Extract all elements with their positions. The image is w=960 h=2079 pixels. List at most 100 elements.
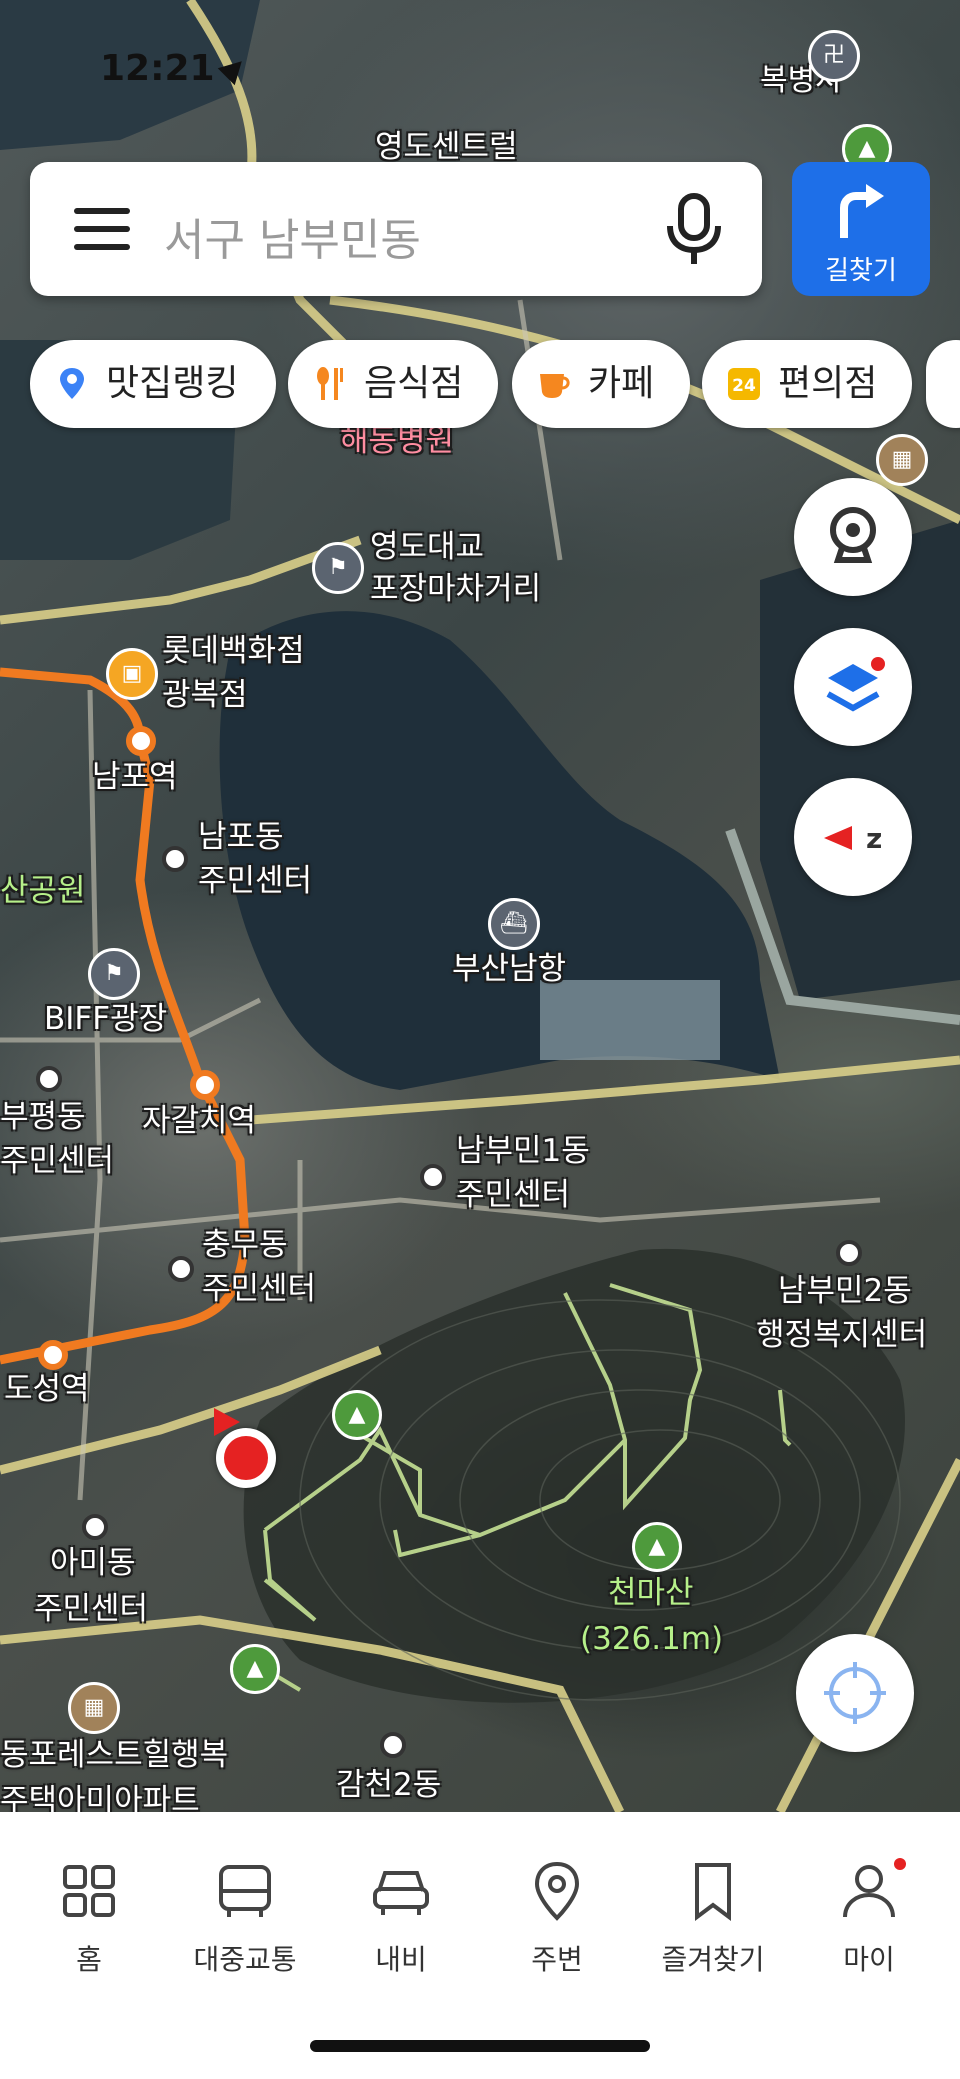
map-label-bupyeong-center[interactable]: 주민센터	[0, 1142, 114, 1180]
nav-nearby[interactable]: 주변	[482, 1856, 632, 1978]
map-label-nambumin2-center[interactable]: 행정복지센터	[756, 1316, 927, 1354]
map-label-nambumin1-center[interactable]: 주민센터	[456, 1176, 570, 1214]
community-center-marker[interactable]	[836, 1240, 862, 1266]
layers-button[interactable]	[794, 628, 912, 746]
mountain-icon[interactable]: ▲	[230, 1644, 280, 1694]
chip-label: 카페	[588, 363, 655, 404]
car-icon	[373, 1871, 429, 1915]
map-label-lotte-branch[interactable]: 광복점	[162, 676, 248, 714]
24h-store-icon: 24	[728, 368, 760, 400]
nav-label: 주변	[531, 1943, 583, 1976]
community-center-marker[interactable]	[162, 846, 188, 872]
map-label-forest-hill-2[interactable]: 주택아미아파트	[0, 1782, 200, 1812]
compass-icon: z	[824, 822, 882, 855]
microphone-icon[interactable]	[664, 192, 724, 268]
map-label-cheonmasan[interactable]: 천마산	[608, 1574, 694, 1612]
notification-dot	[894, 1858, 906, 1870]
nav-label: 마이	[843, 1943, 895, 1976]
svg-text:24: 24	[732, 376, 756, 396]
map-label-busan-port[interactable]: 부산남항	[452, 950, 566, 988]
community-center-marker[interactable]	[36, 1066, 62, 1092]
map-label-park[interactable]: 산공원	[0, 872, 86, 910]
nav-my[interactable]: 마이	[794, 1856, 944, 1978]
cctv-button[interactable]	[794, 478, 912, 596]
compass-button[interactable]: z	[794, 778, 912, 896]
nav-label: 내비	[375, 1943, 427, 1976]
map-label-forest-hill[interactable]: 동포레스트힐행복	[0, 1736, 228, 1774]
map-label-amidong[interactable]: 아미동	[50, 1544, 136, 1582]
current-location-marker	[216, 1428, 276, 1488]
map-label-nambumin1[interactable]: 남부민1동	[456, 1132, 590, 1170]
map-label-amidong-center[interactable]: 주민센터	[34, 1590, 148, 1628]
community-center-marker[interactable]	[420, 1164, 446, 1190]
menu-icon[interactable]	[74, 208, 130, 250]
chip-label: 편의점	[778, 363, 878, 404]
bus-icon	[219, 1865, 271, 1917]
map-label-chungmu-center[interactable]: 주민센터	[202, 1270, 316, 1308]
home-indicator[interactable]	[310, 2040, 650, 2052]
nav-label: 홈	[76, 1943, 102, 1976]
my-location-button[interactable]	[796, 1634, 914, 1752]
subway-station-marker[interactable]	[190, 1070, 220, 1100]
status-time: 12:21	[100, 48, 215, 89]
map-label-lotte[interactable]: 롯데백화점	[162, 632, 305, 670]
temple-icon[interactable]: 卍	[808, 30, 860, 82]
nav-label: 즐겨찾기	[661, 1943, 765, 1976]
ferry-icon[interactable]: ⛴	[488, 898, 540, 950]
map-label-pocha-street[interactable]: 포장마차거리	[370, 570, 541, 608]
mountain-icon[interactable]: ▲	[632, 1522, 682, 1572]
nav-label: 대중교통	[193, 1943, 297, 1976]
shopping-bag-icon[interactable]: ▣	[106, 648, 158, 700]
nav-navigation[interactable]: 내비	[326, 1856, 476, 1978]
subway-station-marker[interactable]	[38, 1340, 68, 1370]
map-label-biff[interactable]: BIFF광장	[44, 1000, 167, 1038]
ranking-pin-icon	[60, 368, 84, 399]
chip-label: 음식점	[364, 363, 464, 404]
bottom-navigation: 홈 대중교통 내비 주변 즐겨찾기 마이	[0, 1812, 960, 2079]
coffee-cup-icon	[540, 374, 570, 398]
subway-station-marker[interactable]	[126, 726, 156, 756]
search-input[interactable]: 서구 남부민동	[164, 204, 421, 268]
route-button-label: 길찾기	[825, 256, 897, 286]
apartment-icon[interactable]: ▦	[68, 1682, 120, 1734]
map-label-jagalchi[interactable]: 자갈치역	[142, 1102, 256, 1140]
utensils-icon	[317, 367, 343, 400]
map-label-nambumin2[interactable]: 남부민2동	[778, 1272, 912, 1310]
nav-favorites[interactable]: 즐겨찾기	[638, 1856, 788, 1978]
flag-icon[interactable]: ⚑	[312, 542, 364, 594]
chip-convenience[interactable]: 24 편의점	[702, 340, 912, 428]
community-center-marker[interactable]	[380, 1732, 406, 1758]
cctv-camera-icon	[830, 507, 876, 563]
map-label-nampo-center[interactable]: 남포동	[198, 818, 284, 856]
flag-icon[interactable]: ⚑	[88, 948, 140, 1000]
nav-home[interactable]: 홈	[14, 1856, 164, 1978]
map-label-chungmu[interactable]: 충무동	[202, 1226, 288, 1264]
map-label-youngdo-central[interactable]: 영도센트럴	[375, 128, 518, 166]
layers-icon	[826, 657, 885, 712]
search-bar[interactable]: 서구 남부민동	[30, 162, 762, 296]
chip-cafe[interactable]: 카페	[512, 340, 690, 428]
map-label-nampo-station[interactable]: 남포역	[92, 758, 178, 796]
community-center-marker[interactable]	[82, 1514, 108, 1540]
crosshair-icon	[824, 1662, 886, 1724]
map-label-nampo-center-2[interactable]: 주민센터	[198, 862, 312, 900]
map-label-toseong[interactable]: 도성역	[4, 1370, 90, 1408]
user-icon	[843, 1865, 895, 1918]
map-label-gamcheon[interactable]: 감천2동	[336, 1766, 441, 1804]
bookmark-icon	[695, 1863, 731, 1921]
map-label-bupyeong[interactable]: 부평동	[0, 1098, 86, 1136]
svg-text:z: z	[866, 822, 882, 855]
chip-restaurant[interactable]: 음식점	[288, 340, 498, 428]
nav-transit[interactable]: 대중교통	[170, 1856, 320, 1978]
turn-right-arrow-icon	[840, 184, 884, 238]
chip-label: 맛집랭킹	[106, 363, 239, 404]
grid-home-icon	[63, 1865, 115, 1917]
map-label-youngdo-bridge[interactable]: 영도대교	[370, 528, 484, 566]
heading-arrow-icon	[214, 1408, 240, 1436]
community-center-marker[interactable]	[168, 1256, 194, 1282]
chip-more[interactable]	[926, 340, 960, 428]
mountain-icon[interactable]: ▲	[332, 1390, 382, 1440]
chip-ranking[interactable]: 맛집랭킹	[30, 340, 276, 428]
route-button[interactable]: 길찾기	[792, 162, 930, 296]
map-label-cheonmasan-height[interactable]: (326.1m)	[580, 1620, 723, 1658]
